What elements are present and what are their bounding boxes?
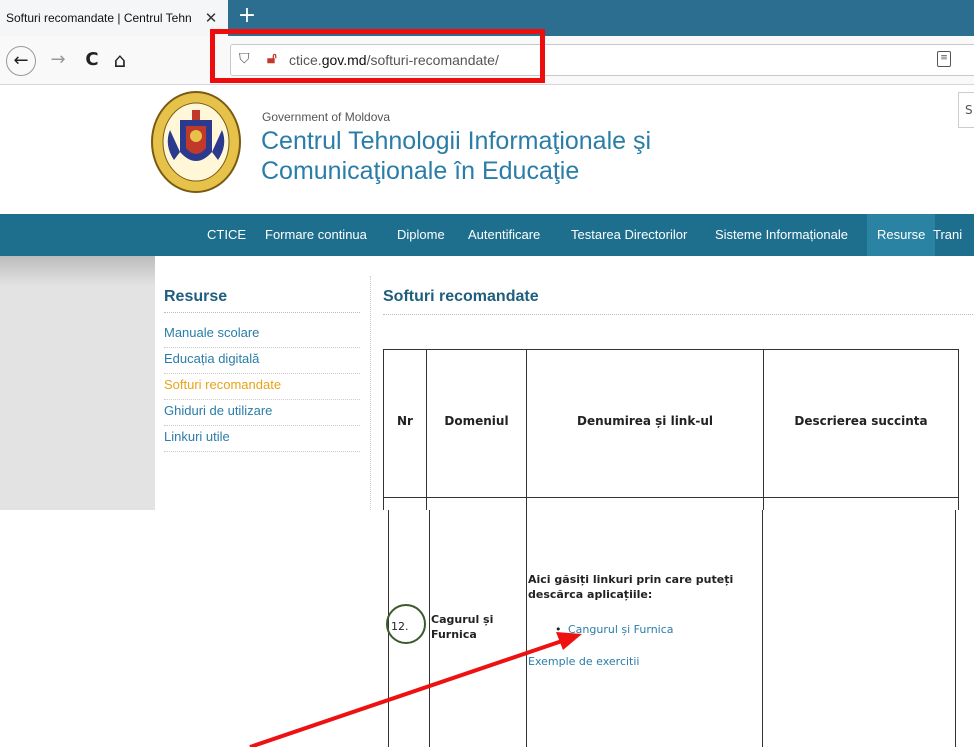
tab-title: Softuri recomandate | Centrul Tehn (6, 11, 192, 25)
table-border (426, 349, 427, 510)
table-border (383, 349, 958, 350)
table-border (383, 349, 384, 510)
column-header-nr: Nr (397, 414, 413, 428)
sidebar-item-educatia-digitala[interactable]: Educația digitală (164, 348, 360, 374)
nav-item-sisteme-informationale[interactable]: Sisteme Informaționale (715, 214, 848, 256)
link-exemple-de-exercitii[interactable]: Exemple de exercitii (528, 655, 639, 668)
home-button[interactable]: ⌂ (108, 48, 132, 72)
bullet-icon: • (555, 623, 562, 636)
table-border (958, 349, 959, 510)
nav-item-testarea-directorilor[interactable]: Testarea Directorilor (571, 214, 687, 256)
sidebar-menu: Manuale scolare Educația digitală Softur… (164, 322, 360, 452)
forward-button[interactable]: → (46, 48, 70, 72)
table-border (383, 497, 958, 498)
column-divider (370, 276, 371, 510)
nav-item-diplome[interactable]: Diplome (397, 214, 445, 256)
table-border (526, 349, 527, 510)
table-border (762, 510, 763, 747)
column-header-descrierea: Descrierea succinta (794, 414, 928, 428)
row-number-circle-annotation (386, 604, 426, 644)
link-cangurul-si-furnica[interactable]: Cangurul și Furnica (568, 623, 674, 636)
nav-item-formare-continua[interactable]: Formare continua (265, 214, 367, 256)
table-border (763, 349, 764, 510)
gov-label: Government of Moldova (262, 110, 391, 124)
nav-item-trani[interactable]: Trani (933, 214, 962, 256)
address-highlight-box (210, 29, 545, 83)
browser-tab[interactable]: Softuri recomandate | Centrul Tehn ✕ (0, 0, 228, 36)
nav-item-autentificare[interactable]: Autentificare (468, 214, 540, 256)
reader-view-icon[interactable]: ≡ (937, 51, 951, 67)
back-button[interactable]: ← (6, 46, 36, 76)
new-tab-button[interactable]: + (235, 2, 259, 32)
row-domain: Cagurul și Furnica (431, 613, 494, 641)
close-tab-icon[interactable]: ✕ (201, 9, 221, 27)
sidebar-item-softuri-recomandate[interactable]: Softuri recomandate (164, 374, 360, 400)
table-border (429, 510, 430, 747)
reload-button[interactable]: C (80, 48, 104, 72)
left-shade (0, 256, 155, 510)
sidebar-item-ghiduri-de-utilizare[interactable]: Ghiduri de utilizare (164, 400, 360, 426)
site-title[interactable]: Centrul Tehnologii Informaţionale şi Com… (261, 126, 721, 186)
sidebar-item-linkuri-utile[interactable]: Linkuri utile (164, 426, 360, 452)
search-input[interactable]: S (958, 92, 974, 128)
row-intro-text: Aici găsiți linkuri prin care puteți des… (528, 573, 734, 601)
table-border (526, 510, 527, 747)
page-title: Softuri recomandate (383, 288, 974, 315)
sidebar-heading: Resurse (164, 288, 360, 313)
column-header-domeniul: Domeniul (444, 414, 509, 428)
sidebar-item-manuale-scolare[interactable]: Manuale scolare (164, 322, 360, 348)
column-header-denumirea: Denumirea și link-ul (577, 414, 713, 428)
nav-item-ctice[interactable]: CTICE (207, 214, 246, 256)
nav-item-resurse[interactable]: Resurse (867, 214, 936, 256)
government-seal-logo[interactable] (150, 90, 242, 194)
main-navigation: CTICE Formare continua Diplome Autentifi… (0, 214, 974, 256)
table-border (955, 510, 956, 747)
